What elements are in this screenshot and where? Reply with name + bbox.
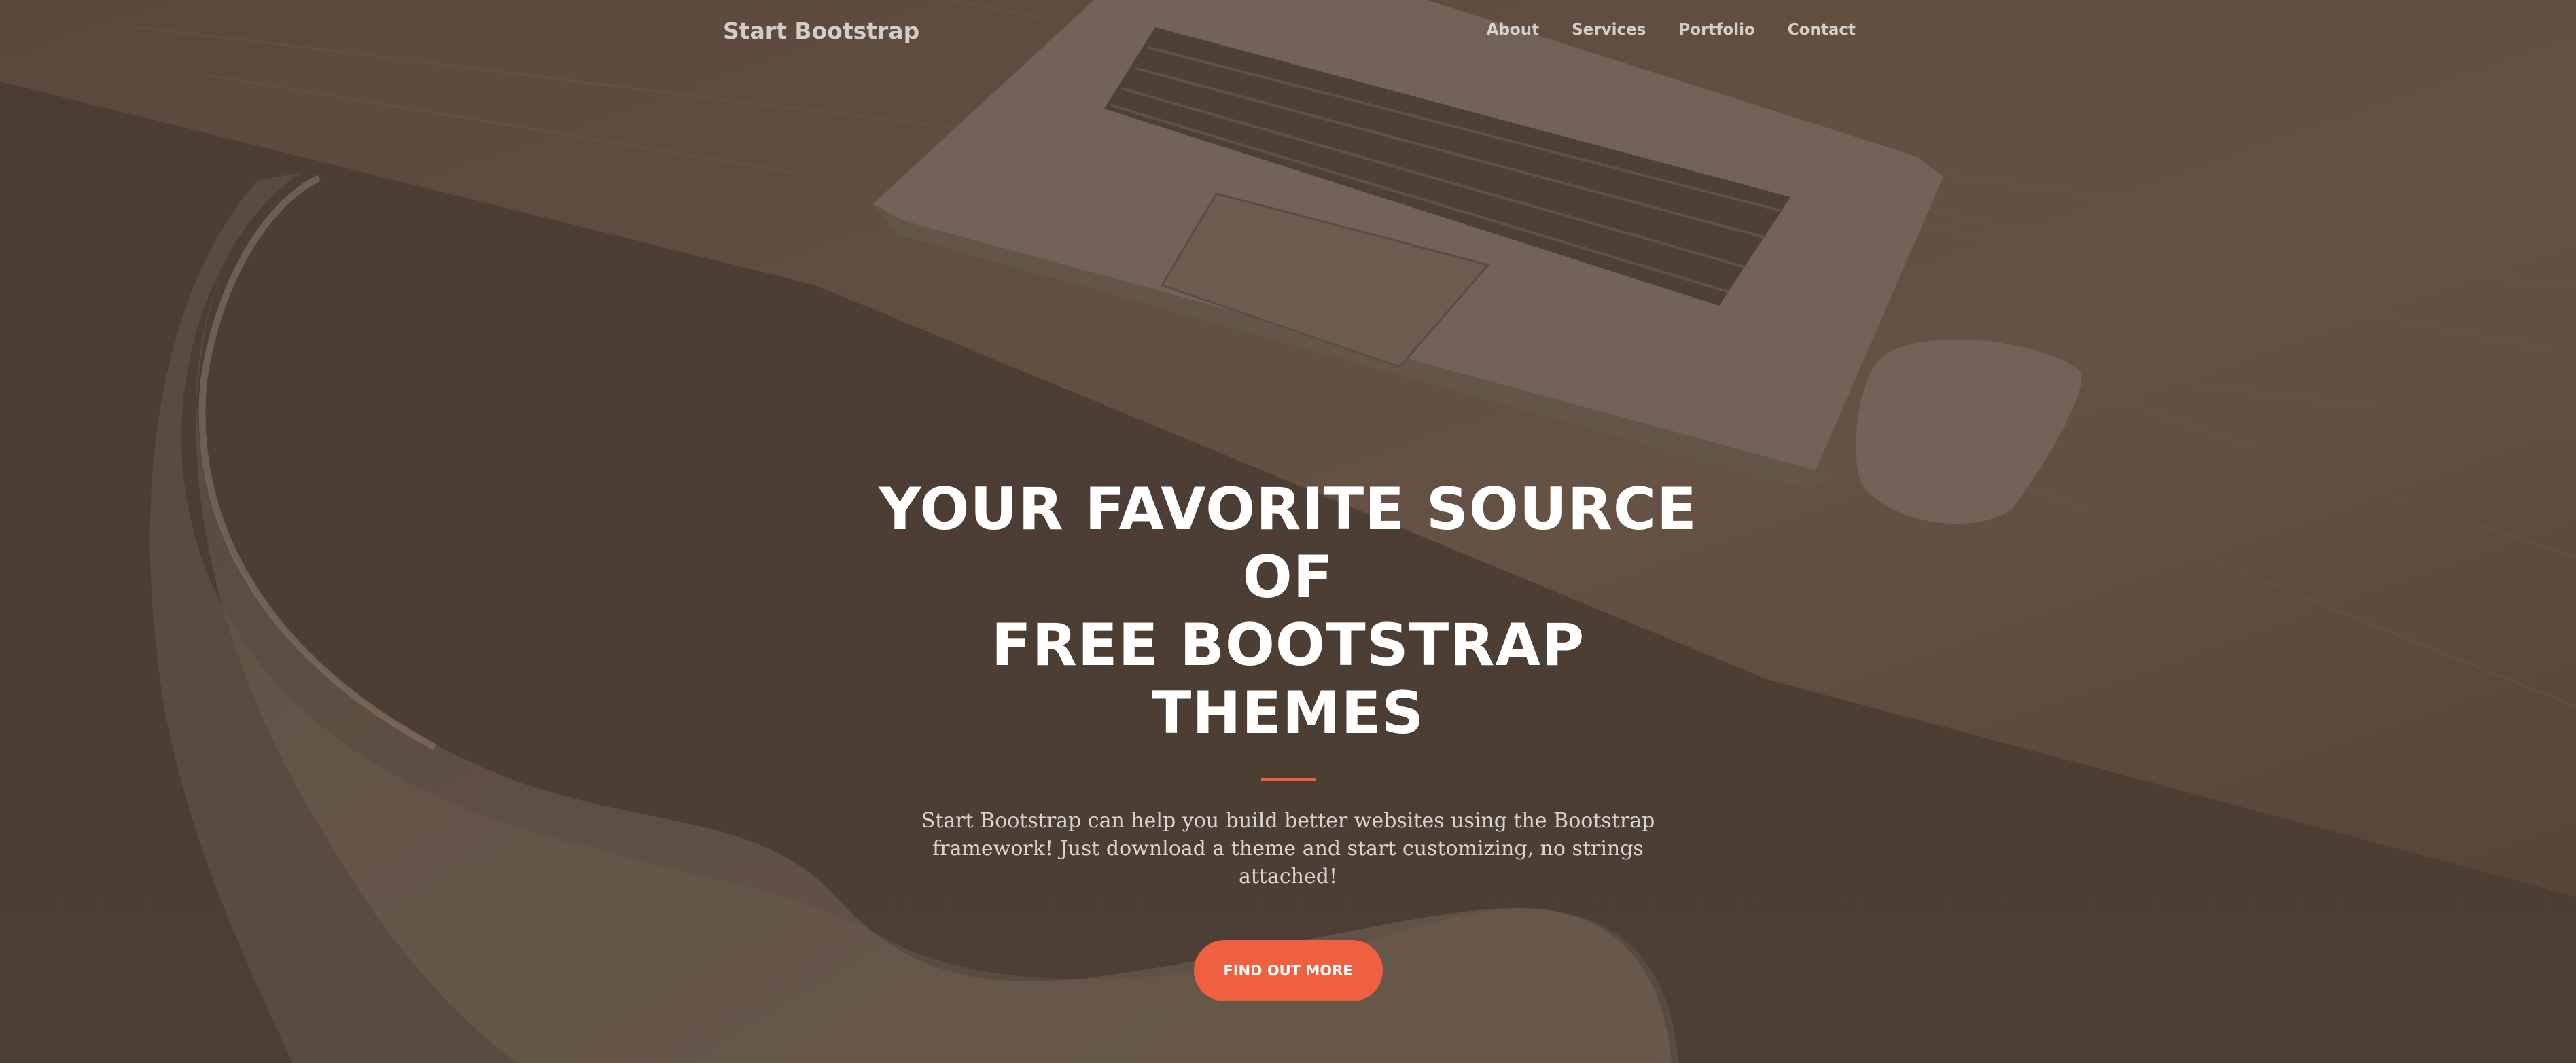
hero-description: Start Bootstrap can help you build bette… xyxy=(921,809,1655,888)
brand-link[interactable]: Start Bootstrap xyxy=(723,18,919,44)
hero-title-line-1: YOUR FAVORITE SOURCE OF xyxy=(879,475,1697,611)
nav-link-portfolio[interactable]: Portfolio xyxy=(1662,21,1771,39)
find-out-more-button[interactable]: Find Out More xyxy=(1193,940,1383,1001)
nav-link-about[interactable]: About xyxy=(1470,21,1555,39)
hero-title-line-2: FREE BOOTSTRAP THEMES xyxy=(991,611,1585,747)
hero-title: YOUR FAVORITE SOURCE OF FREE BOOTSTRAP T… xyxy=(847,475,1730,747)
top-navbar: Start Bootstrap About Services Portfolio… xyxy=(0,0,2576,65)
accent-divider xyxy=(1260,778,1316,781)
nav-link-contact[interactable]: Contact xyxy=(1771,21,1856,39)
nav-link-services[interactable]: Services xyxy=(1555,21,1662,39)
hero-section: YOUR FAVORITE SOURCE OF FREE BOOTSTRAP T… xyxy=(0,475,2576,1001)
nav-links: About Services Portfolio Contact xyxy=(1470,21,1856,39)
